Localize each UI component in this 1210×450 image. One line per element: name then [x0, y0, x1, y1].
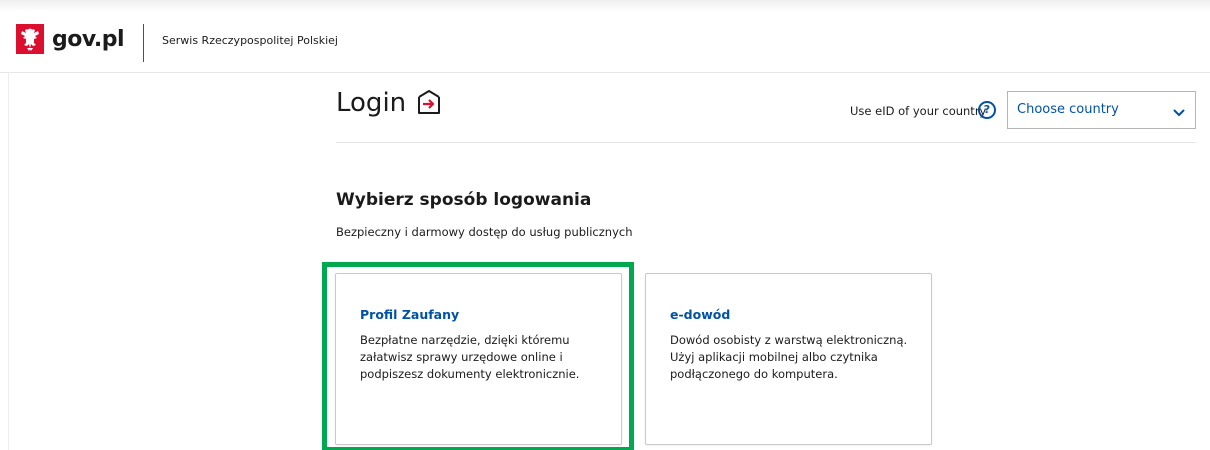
site-header: gov.pl Serwis Rzeczypospolitej Polskiej: [0, 12, 1210, 73]
page-title: Login: [336, 88, 442, 118]
section-subtitle: Bezpieczny i darmowy dostęp do usług pub…: [336, 225, 633, 239]
question-circle-icon[interactable]: ?: [978, 101, 996, 119]
card-title: Profil Zaufany: [360, 307, 460, 322]
service-name: Serwis Rzeczypospolitej Polskiej: [162, 34, 338, 47]
polish-eagle-emblem-icon: [16, 24, 44, 54]
eid-country-label: Use eID of your country: [850, 104, 987, 118]
login-option-e-dowod[interactable]: e-dowód Dowód osobisty z warstwą elektro…: [645, 273, 932, 445]
chevron-down-icon: [1173, 104, 1185, 116]
gov-pl-logo-text: gov.pl: [52, 26, 125, 52]
country-select-value: Choose country: [1017, 102, 1119, 117]
card-description: Bezpłatne narzędzie, dzięki któremu zała…: [360, 333, 580, 381]
login-option-profil-zaufany[interactable]: Profil Zaufany Bezpłatne narzędzie, dzię…: [335, 273, 622, 445]
country-select[interactable]: Choose country: [1007, 91, 1196, 129]
header-divider: [143, 24, 144, 62]
card-description: Dowód osobisty z warstwą elektroniczną. …: [670, 333, 908, 381]
section-title: Wybierz sposób logowania: [336, 190, 592, 210]
browser-top-shadow: [0, 0, 1210, 12]
gov-pl-logo-link[interactable]: gov.pl: [16, 24, 125, 54]
page-title-text: Login: [336, 88, 407, 118]
login-page: gov.pl Serwis Rzeczypospolitej Polskiej …: [0, 0, 1210, 450]
title-divider: [336, 142, 1196, 143]
left-border: [8, 72, 9, 450]
card-title: e-dowód: [670, 307, 731, 322]
login-arrow-icon: [416, 88, 442, 118]
